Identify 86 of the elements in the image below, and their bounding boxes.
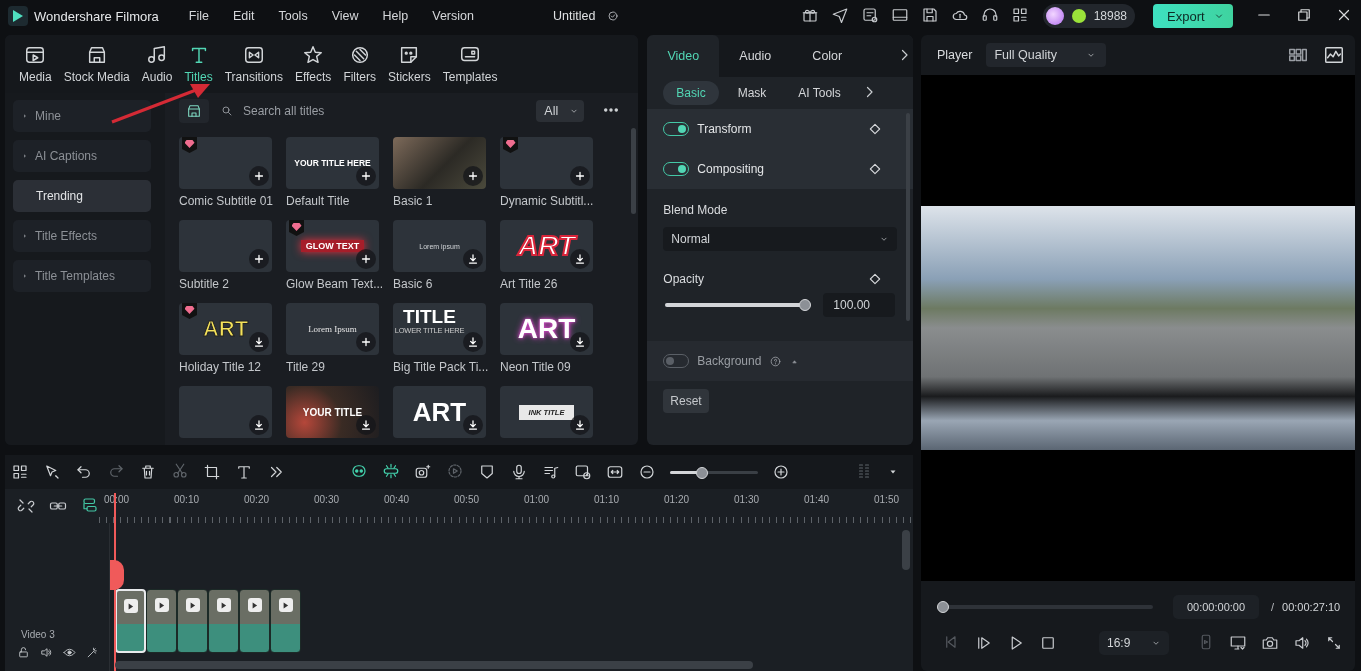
title-preview-text: ART <box>202 316 249 342</box>
title-name: Neon Title 09 <box>500 360 572 374</box>
title-thumbnail[interactable]: GLOW TEXT <box>286 220 379 272</box>
subtab[interactable]: Basic <box>663 81 719 105</box>
ruler-time-label: 00:40 <box>384 494 411 505</box>
asset-tab[interactable]: Templates <box>438 44 502 84</box>
time-separator: / <box>1271 601 1275 613</box>
ruler-time-label: 00:20 <box>244 494 271 505</box>
credits-badge[interactable]: 18988 <box>1042 4 1135 28</box>
blend-mode-label: Blend Mode <box>663 203 729 217</box>
title-thumbnail[interactable]: ART <box>500 220 593 272</box>
ruler-time-label: 00:10 <box>174 494 201 505</box>
title-thumbnail[interactable]: ART <box>393 386 486 438</box>
asset-tab[interactable]: Stock Media <box>59 44 134 84</box>
ruler-time-label: 00:50 <box>454 494 481 505</box>
total-time: 00:00:27:10 <box>1282 601 1341 613</box>
property-tab[interactable]: Audio <box>719 35 792 77</box>
title-name: Basic 6 <box>393 277 434 291</box>
menu-item[interactable]: File <box>188 9 209 23</box>
title-name: Comic Subtitle 01 <box>179 194 272 208</box>
category-item[interactable]: AI Captions <box>13 140 151 172</box>
title-preview-text: Lorem Ipsum <box>308 324 357 334</box>
ruler-time-label: 01:40 <box>804 494 831 505</box>
filter-dropdown[interactable]: All <box>536 100 585 122</box>
photo-placeholder[interactable]: YOUR TITLE <box>286 386 379 438</box>
opacity-input[interactable]: 100.00 <box>823 293 896 317</box>
title-thumbnail[interactable]: ART <box>179 303 272 355</box>
opacity-label: Opacity <box>663 272 704 286</box>
title-name: Big Title Pack Ti... <box>393 360 486 374</box>
menu-item[interactable]: Version <box>432 9 474 23</box>
ruler-time-label: 01:30 <box>734 494 761 505</box>
subtab[interactable]: AI Tools <box>785 81 854 105</box>
title-thumbnail[interactable]: Lorem Ipsum <box>286 303 379 355</box>
category-item[interactable]: Title Templates <box>13 260 151 292</box>
current-time: 00:00:00:00 <box>1173 595 1259 619</box>
title-name: Dynamic Subtitl... <box>500 194 593 208</box>
menu-item[interactable]: View <box>331 9 359 23</box>
asset-tab[interactable]: Titles <box>180 44 217 84</box>
aspect-ratio-dropdown[interactable]: 16:9 <box>1099 631 1169 655</box>
title-preview-text: ART <box>517 313 576 345</box>
title-name: Title 29 <box>286 360 326 374</box>
title-name: Subtitle 2 <box>179 277 231 291</box>
property-tab[interactable]: Color <box>791 35 864 77</box>
title-preview-text: GLOW TEXT <box>300 240 365 252</box>
blend-mode-dropdown[interactable]: Normal <box>663 227 897 251</box>
search-field[interactable]: Search all titles <box>241 103 445 119</box>
ruler-time-label: 01:50 <box>874 494 901 505</box>
menu-item[interactable]: Help <box>382 9 409 23</box>
track-name: Video 3 <box>20 629 56 640</box>
property-tab[interactable]: Video <box>647 35 720 77</box>
project-title: Untitled <box>552 9 596 23</box>
subtab[interactable]: Mask <box>724 81 780 105</box>
app-name: Wondershare Filmora <box>34 8 159 24</box>
title-preview-text: YOUR TITLE <box>302 406 363 418</box>
section-title: Compositing <box>697 162 765 176</box>
asset-tab[interactable]: Effects <box>290 44 336 84</box>
ruler-time-label: 01:10 <box>594 494 621 505</box>
title-preview-text: YOUR TITLE HERE <box>294 158 371 168</box>
section-title: Background <box>697 354 762 368</box>
asset-tab[interactable]: Stickers <box>384 44 435 84</box>
title-preview-text: TITLE <box>403 307 456 326</box>
asset-tab[interactable]: Media <box>15 44 56 84</box>
title-thumbnail[interactable]: YOUR TITLE HERE <box>286 137 379 189</box>
title-preview-text: ART <box>517 230 575 262</box>
category-item[interactable]: Trending <box>13 180 151 212</box>
player-label: Player <box>937 48 973 62</box>
title-name: Holiday Title 12 <box>179 360 263 374</box>
title-thumbnail[interactable]: ART <box>500 303 593 355</box>
title-preview-text: ART <box>412 396 467 428</box>
asset-tab[interactable]: Audio <box>137 44 177 84</box>
asset-tab[interactable]: Filters <box>339 44 381 84</box>
title-name: Default Title <box>286 194 351 208</box>
ruler-time-label: 01:00 <box>524 494 551 505</box>
menu-item[interactable]: Tools <box>278 9 308 23</box>
ruler-time-label: 01:20 <box>664 494 691 505</box>
asset-tab[interactable]: Transitions <box>220 44 287 84</box>
ruler-time-label: 00:30 <box>314 494 341 505</box>
quality-dropdown[interactable]: Full Quality <box>986 43 1107 67</box>
title-name: Art Title 26 <box>500 277 559 291</box>
menu-item[interactable]: Edit <box>232 9 255 23</box>
export-button[interactable]: Export <box>1153 4 1233 28</box>
category-item[interactable]: Mine <box>13 100 151 132</box>
reset-button[interactable]: Reset <box>663 389 709 413</box>
title-name: Basic 1 <box>393 194 434 208</box>
category-item[interactable]: Title Effects <box>13 220 151 252</box>
section-title: Transform <box>697 122 753 136</box>
